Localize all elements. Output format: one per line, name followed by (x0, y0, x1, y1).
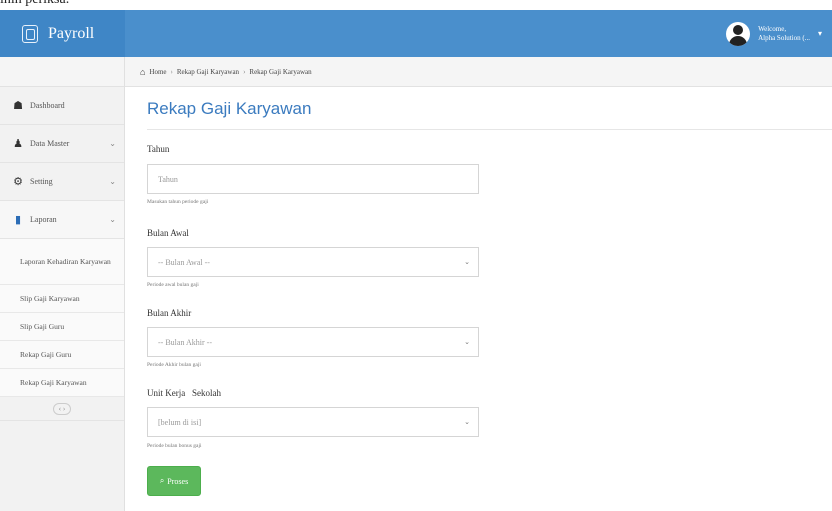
breadcrumb-level2: Rekap Gaji Karyawan (249, 67, 312, 76)
breadcrumb-home[interactable]: Home (149, 68, 166, 76)
sidebar-item-laporan[interactable]: ▮ Laporan ⌄ (0, 201, 124, 239)
user-menu[interactable]: Welcome, Alpha Solution (... ▾ (726, 10, 832, 57)
sidebar-collapse-bar: ‹ › (0, 397, 124, 421)
brand[interactable]: Payroll (0, 10, 125, 57)
proses-button[interactable]: ⌕ Proses (147, 466, 201, 496)
laporan-submenu: Laporan Kehadiran Karyawan Slip Gaji Kar… (0, 239, 124, 397)
bulan-akhir-label: Bulan Akhir (147, 308, 192, 318)
sidebar-item-data-master[interactable]: ♟ Data Master ⌄ (0, 125, 124, 163)
title-divider (147, 129, 832, 130)
bulan-akhir-select[interactable]: -- Bulan Akhir -- ⌄ (147, 327, 479, 357)
unit-kerja-label: Unit Kerja Sekolah (147, 388, 221, 398)
tahun-help: Masukan tahun periode gaji (147, 199, 209, 205)
chevron-down-icon: ⌄ (464, 258, 470, 266)
brand-title: Payroll (48, 24, 95, 42)
sidebar-item-dashboard[interactable]: ☗ Dashboard (0, 87, 124, 125)
submenu-item-laporan-kehadiran[interactable]: Laporan Kehadiran Karyawan (0, 239, 124, 285)
breadcrumb-separator: › (170, 67, 173, 76)
top-navbar: Payroll Welcome, Alpha Solution (... ▾ (0, 10, 832, 57)
bulan-akhir-value: -- Bulan Akhir -- (158, 337, 212, 347)
sidebar-item-setting[interactable]: ⚙ Setting ⌄ (0, 163, 124, 201)
chevron-down-icon: ⌄ (109, 177, 116, 186)
breadcrumb-separator: › (243, 67, 246, 76)
chevron-down-icon: ⌄ (109, 215, 116, 224)
app-logo-icon (22, 24, 38, 43)
user-greeting: Welcome, Alpha Solution (... (758, 25, 810, 43)
submenu-item-rekap-gaji-karyawan[interactable]: Rekap Gaji Karyawan (0, 369, 124, 397)
bulan-awal-select[interactable]: -- Bulan Awal -- ⌄ (147, 247, 479, 277)
tahun-label: Tahun (147, 144, 170, 154)
sidebar-collapse-button[interactable]: ‹ › (53, 402, 71, 415)
user-name: Alpha Solution (... (758, 33, 810, 42)
unit-kerja-value: [belum di isi] (158, 417, 202, 427)
caption-fragment: inin periksa. (0, 0, 69, 8)
sidebar-item-label: Dashboard (30, 101, 65, 110)
sidebar-item-label: Data Master (30, 139, 70, 148)
tahun-input[interactable]: Tahun (147, 164, 479, 194)
gear-icon: ⚙ (13, 176, 23, 188)
submenu-item-label: Slip Gaji Guru (20, 322, 65, 331)
sidebar: ☗ Dashboard ♟ Data Master ⌄ ⚙ Setting ⌄ … (0, 57, 125, 511)
chevron-down-icon: ▾ (817, 29, 822, 38)
bulan-awal-help: Periode awal bulan gaji (147, 282, 199, 288)
search-icon: ⌕ (159, 476, 165, 485)
submenu-item-label: Laporan Kehadiran Karyawan (20, 257, 111, 266)
bulan-awal-label: Bulan Awal (147, 228, 189, 238)
submenu-item-slip-gaji-guru[interactable]: Slip Gaji Guru (0, 313, 124, 341)
submenu-item-label: Rekap Gaji Guru (20, 350, 72, 359)
sidebar-item-label: Laporan (30, 215, 57, 224)
chevron-down-icon: ⌄ (109, 139, 116, 148)
bulan-awal-value: -- Bulan Awal -- (158, 257, 210, 267)
breadcrumb: ⌂ Home › Rekap Gaji Karyawan › Rekap Gaj… (125, 57, 832, 87)
submenu-item-rekap-gaji-guru[interactable]: Rekap Gaji Guru (0, 341, 124, 369)
user-icon: ♟ (13, 138, 23, 150)
sidebar-search-area (0, 57, 124, 87)
sidebar-item-label: Setting (30, 177, 53, 186)
unit-kerja-select[interactable]: [belum di isi] ⌄ (147, 407, 479, 437)
unit-kerja-help: Periode bulan bonus gaji (147, 443, 202, 449)
breadcrumb-level1[interactable]: Rekap Gaji Karyawan (177, 68, 239, 76)
dashboard-icon: ☗ (13, 100, 23, 112)
home-icon: ⌂ (140, 66, 146, 77)
main-content: Rekap Gaji Karyawan Tahun Tahun Masukan … (125, 87, 832, 511)
page-title: Rekap Gaji Karyawan (147, 99, 312, 118)
chevron-down-icon: ⌄ (464, 338, 470, 346)
caption-strip: inin periksa. (0, 0, 832, 10)
chevron-down-icon: ⌄ (464, 418, 470, 426)
submenu-item-label: Rekap Gaji Karyawan (20, 378, 87, 387)
submenu-item-slip-gaji-karyawan[interactable]: Slip Gaji Karyawan (0, 285, 124, 313)
avatar (726, 21, 751, 46)
user-greeting-line1: Welcome, (758, 24, 787, 33)
book-icon: ▮ (14, 214, 22, 226)
submenu-item-label: Slip Gaji Karyawan (20, 294, 80, 303)
proses-button-label: Proses (167, 476, 189, 486)
bulan-akhir-help: Periode Akhir bulan gaji (147, 362, 201, 368)
